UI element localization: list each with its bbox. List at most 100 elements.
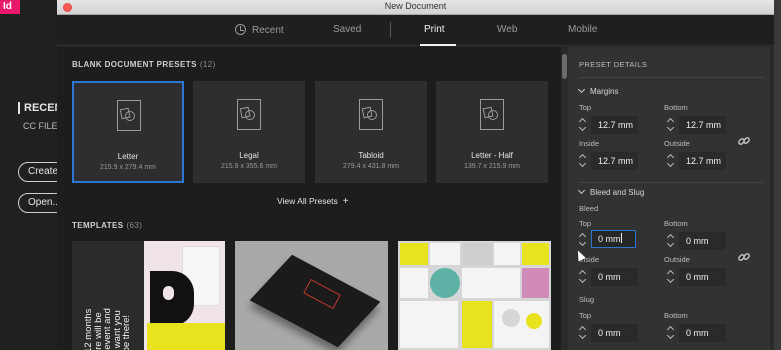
bleed-bottom-stepper[interactable] — [666, 232, 676, 250]
view-all-presets-link[interactable]: View All Presets + — [277, 196, 349, 207]
bleed-bottom-label: Bottom — [664, 219, 688, 228]
presets-pane: BLANK DOCUMENT PRESETS (12) Letter 215.9 … — [57, 47, 561, 350]
preset-size: 215.9 x 355.6 mm — [220, 163, 278, 170]
margin-bottom-stepper[interactable] — [666, 116, 676, 134]
blank-presets-title-text: BLANK DOCUMENT PRESETS — [72, 60, 197, 69]
bleed-inside-stepper[interactable] — [578, 268, 588, 286]
indesign-logo: Id — [0, 0, 20, 14]
bleed-top-input[interactable]: 0 mm — [591, 230, 636, 248]
tab-separator — [390, 22, 391, 38]
preset-details-pane: PRESET DETAILS Margins Top 12.7 mm Botto… — [568, 47, 774, 350]
magazine-page — [522, 268, 549, 298]
margin-bottom-label: Bottom — [664, 103, 688, 112]
document-icon — [359, 99, 383, 130]
slug-bottom-input[interactable]: 0 mm — [679, 324, 726, 342]
margin-top-label: Top — [579, 103, 592, 112]
bleed-outside-stepper[interactable] — [666, 268, 676, 286]
chevron-down-icon — [577, 85, 586, 94]
preset-name: Letter — [117, 152, 139, 161]
link-bleed-icon[interactable] — [736, 249, 752, 265]
margin-outside-stepper[interactable] — [666, 152, 676, 170]
preset-card-letter[interactable]: Letter 215.9 x 279.4 mm — [72, 81, 184, 183]
preset-card-letter-half[interactable]: Letter - Half 139.7 x 215.9 mm — [436, 81, 548, 183]
preset-name: Tabloid — [358, 151, 384, 160]
template-thumbnail-magazine[interactable] — [398, 241, 551, 350]
magazine-page — [522, 243, 549, 265]
divider — [579, 182, 763, 183]
magazine-graphic — [526, 313, 542, 329]
slug-label: Slug — [579, 295, 595, 304]
tab-print[interactable]: Print — [424, 24, 445, 35]
slug-top-stepper[interactable] — [578, 324, 588, 342]
plus-icon: + — [342, 196, 349, 207]
slug-top-label: Top — [579, 311, 592, 320]
slug-bottom-stepper[interactable] — [666, 324, 676, 342]
active-tab-underline — [420, 44, 456, 46]
margin-outside-input[interactable]: 12.7 mm — [679, 152, 726, 170]
bleed-inside-input[interactable]: 0 mm — [591, 268, 638, 286]
magazine-page — [494, 243, 520, 265]
bleed-top-stepper[interactable] — [578, 231, 588, 249]
window-title: New Document — [384, 1, 447, 11]
preset-name: Letter - Half — [471, 151, 513, 160]
text-caret — [620, 233, 622, 243]
bleed-top-value: 0 mm — [598, 234, 621, 244]
preset-size: 139.7 x 215.9 mm — [463, 163, 521, 170]
preset-details-title: PRESET DETAILS — [579, 60, 648, 69]
margin-top-stepper[interactable] — [578, 116, 588, 134]
document-icon — [480, 99, 504, 130]
magazine-page — [430, 243, 460, 265]
presets-scrollbar[interactable] — [561, 47, 568, 350]
tab-mobile[interactable]: Mobile — [568, 24, 597, 35]
template-thumbnail-brochure[interactable] — [235, 241, 388, 350]
brochure-shape — [249, 254, 381, 348]
tab-saved[interactable]: Saved — [333, 24, 361, 35]
margin-top-input[interactable]: 12.7 mm — [591, 116, 638, 134]
margin-inside-stepper[interactable] — [578, 152, 588, 170]
bleed-slug-label: Bleed and Slug — [590, 188, 645, 197]
template-thumbnail-event[interactable]: in 12 months there will be an event and … — [72, 241, 225, 350]
magazine-page — [400, 268, 428, 298]
magazine-graphic — [502, 309, 520, 327]
bleed-slug-group-toggle[interactable]: Bleed and Slug — [577, 186, 645, 197]
tab-bar: Recent Saved Print Web Mobile — [57, 15, 774, 46]
preset-card-legal[interactable]: Legal 215.9 x 355.6 mm — [193, 81, 305, 183]
preset-name: Legal — [239, 151, 259, 160]
magazine-page — [462, 301, 492, 348]
magazine-page — [462, 268, 520, 298]
preset-size: 215.9 x 279.4 mm — [99, 164, 157, 171]
tab-web[interactable]: Web — [497, 24, 517, 35]
poster-cutout — [163, 286, 174, 300]
details-scrollbar[interactable] — [770, 47, 774, 350]
margin-inside-input[interactable]: 12.7 mm — [591, 152, 638, 170]
blank-presets-title: BLANK DOCUMENT PRESETS (12) — [72, 60, 216, 69]
slug-bottom-label: Bottom — [664, 311, 688, 320]
poster-line: to be there! — [121, 314, 133, 350]
tab-recent-label: Recent — [252, 25, 284, 36]
margin-inside-label: Inside — [579, 139, 600, 148]
templates-count: (63) — [126, 221, 143, 230]
clock-icon — [235, 24, 246, 35]
tab-recent[interactable]: Recent — [235, 24, 284, 36]
poster-text: in 12 months there will be an event and … — [83, 247, 133, 350]
margin-bottom-input[interactable]: 12.7 mm — [679, 116, 726, 134]
link-margins-icon[interactable] — [736, 133, 752, 149]
document-icon — [117, 100, 141, 131]
poster-yellow-band — [147, 323, 225, 350]
view-all-label: View All Presets — [277, 196, 338, 206]
bleed-outside-input[interactable]: 0 mm — [679, 268, 726, 286]
preset-card-tabloid[interactable]: Tabloid 279.4 x 431.8 mm — [315, 81, 427, 183]
bleed-bottom-input[interactable]: 0 mm — [679, 232, 726, 250]
presets-scrollbar-thumb[interactable] — [562, 54, 567, 79]
titlebar: New Document — [57, 0, 774, 15]
magazine-page — [400, 243, 428, 265]
margins-group-toggle[interactable]: Margins — [577, 85, 618, 96]
bleed-outside-label: Outside — [664, 255, 690, 264]
bg-right-edge — [774, 0, 781, 350]
divider — [579, 77, 763, 78]
slug-top-input[interactable]: 0 mm — [591, 324, 638, 342]
new-document-dialog: New Document Recent Saved Print Web Mobi… — [57, 0, 774, 350]
magazine-graphic — [430, 268, 460, 298]
blank-presets-count: (12) — [199, 60, 216, 69]
margin-outside-label: Outside — [664, 139, 690, 148]
